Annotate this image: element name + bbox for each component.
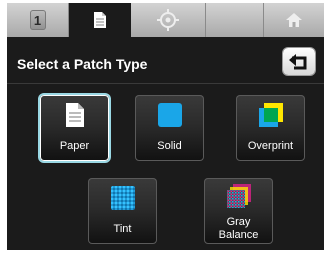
gray-balance-label-line1: Gray [226,216,251,228]
solid-icon [157,103,182,127]
paper-icon [65,103,84,127]
tab-home[interactable] [264,3,324,37]
tab-blank[interactable] [206,3,264,37]
gray-balance-label: Gray Balance [204,216,273,242]
tab-bar: 1 [7,3,324,37]
back-button[interactable] [283,48,315,75]
document-icon [94,12,106,28]
gray-balance-label-line2: Balance [218,229,259,241]
solid-icon-wrap [135,102,204,128]
number-badge: 1 [29,10,46,30]
tint-icon [110,186,135,210]
overprint-icon-wrap [236,102,305,128]
tab-document[interactable] [69,3,131,37]
paper-button[interactable]: Paper [40,95,109,161]
device-screen: 1 Select a Patch Type Paper Solid Overpr… [7,3,324,250]
solid-button[interactable]: Solid [135,95,204,161]
divider [7,83,324,84]
paper-icon-wrap [40,102,109,128]
tint-button[interactable]: Tint [88,178,157,244]
solid-label: Solid [157,140,182,152]
page-title: Select a Patch Type [17,56,148,72]
target-icon [157,9,179,31]
overprint-button[interactable]: Overprint [236,95,305,161]
overprint-icon [258,103,283,127]
tab-target[interactable] [131,3,206,37]
tab-1[interactable]: 1 [7,3,69,37]
gray-balance-button[interactable]: Gray Balance [204,178,273,244]
overprint-label: Overprint [247,140,294,152]
back-arrow-icon [289,53,307,69]
home-icon [286,13,302,27]
gray-balance-icon [226,184,251,208]
tint-label: Tint [113,223,132,235]
paper-label: Paper [59,140,90,152]
tint-icon-wrap [88,185,157,211]
gray-balance-icon-wrap [204,183,273,209]
